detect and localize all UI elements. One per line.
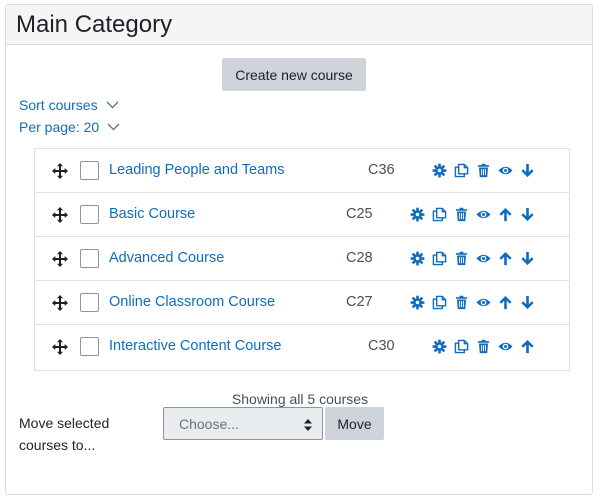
course-name-link[interactable]: Leading People and Teams (109, 162, 284, 178)
panel-header: Main Category (6, 5, 592, 45)
course-checkbox[interactable] (80, 293, 99, 312)
move-category-select[interactable]: Choose... (163, 407, 323, 440)
course-row: Interactive Content Course C30 (35, 325, 569, 369)
copy-icon[interactable] (432, 251, 447, 266)
copy-icon[interactable] (432, 295, 447, 310)
arrow-down-icon[interactable] (520, 295, 535, 310)
select-arrows-icon (304, 418, 312, 434)
arrow-up-icon[interactable] (520, 339, 535, 354)
trash-icon[interactable] (454, 207, 469, 222)
gear-icon[interactable] (432, 339, 447, 354)
eye-icon[interactable] (476, 295, 491, 310)
page-title: Main Category (16, 10, 173, 38)
gear-icon[interactable] (410, 295, 425, 310)
per-page-dropdown[interactable]: Per page: 20 (19, 119, 120, 135)
course-row: Basic Course C25 (35, 193, 569, 237)
arrow-up-icon[interactable] (498, 251, 513, 266)
move-handle-icon[interactable] (52, 251, 68, 267)
trash-icon[interactable] (454, 251, 469, 266)
course-name-link[interactable]: Basic Course (109, 206, 195, 222)
course-idnumber: C27 (346, 294, 373, 310)
move-selected-label: Move selected courses to... (19, 415, 110, 453)
course-idnumber: C30 (368, 338, 395, 354)
copy-icon[interactable] (432, 207, 447, 222)
trash-icon[interactable] (476, 339, 491, 354)
course-checkbox[interactable] (80, 249, 99, 268)
move-handle-icon[interactable] (52, 163, 68, 179)
course-checkbox[interactable] (80, 337, 99, 356)
arrow-down-icon[interactable] (520, 251, 535, 266)
eye-icon[interactable] (498, 163, 513, 178)
eye-icon[interactable] (476, 207, 491, 222)
gear-icon[interactable] (432, 163, 447, 178)
trash-icon[interactable] (454, 295, 469, 310)
course-row: Advanced Course C28 (35, 237, 569, 281)
copy-icon[interactable] (454, 163, 469, 178)
copy-icon[interactable] (454, 339, 469, 354)
gear-icon[interactable] (410, 251, 425, 266)
move-handle-icon[interactable] (52, 295, 68, 311)
move-handle-icon[interactable] (52, 339, 68, 355)
eye-icon[interactable] (498, 339, 513, 354)
gear-icon[interactable] (410, 207, 425, 222)
arrow-down-icon[interactable] (520, 163, 535, 178)
course-name-link[interactable]: Interactive Content Course (109, 338, 281, 354)
sort-courses-label: Sort courses (19, 97, 98, 113)
course-idnumber: C36 (368, 162, 395, 178)
create-new-course-button[interactable]: Create new course (222, 58, 366, 91)
move-button[interactable]: Move (325, 407, 384, 440)
showing-count: Showing all 5 courses (231, 391, 369, 407)
eye-icon[interactable] (476, 251, 491, 266)
move-handle-icon[interactable] (52, 207, 68, 223)
course-checkbox[interactable] (80, 161, 99, 180)
course-row: Leading People and Teams C36 (35, 149, 569, 193)
select-value: Choose... (179, 415, 239, 432)
course-row: Online Classroom Course C27 (35, 281, 569, 325)
course-name-link[interactable]: Advanced Course (109, 250, 224, 266)
arrow-up-icon[interactable] (498, 207, 513, 222)
course-list: Leading People and Teams C36 Basic Course C… (34, 148, 570, 371)
chevron-down-icon (106, 101, 119, 109)
chevron-down-icon (107, 123, 120, 131)
course-idnumber: C25 (346, 206, 373, 222)
sort-courses-dropdown[interactable]: Sort courses (19, 97, 119, 113)
arrow-down-icon[interactable] (520, 207, 535, 222)
course-idnumber: C28 (346, 250, 373, 266)
course-name-link[interactable]: Online Classroom Course (109, 294, 275, 310)
per-page-label: Per page: 20 (19, 119, 100, 135)
arrow-up-icon[interactable] (498, 295, 513, 310)
course-checkbox[interactable] (80, 205, 99, 224)
trash-icon[interactable] (476, 163, 491, 178)
